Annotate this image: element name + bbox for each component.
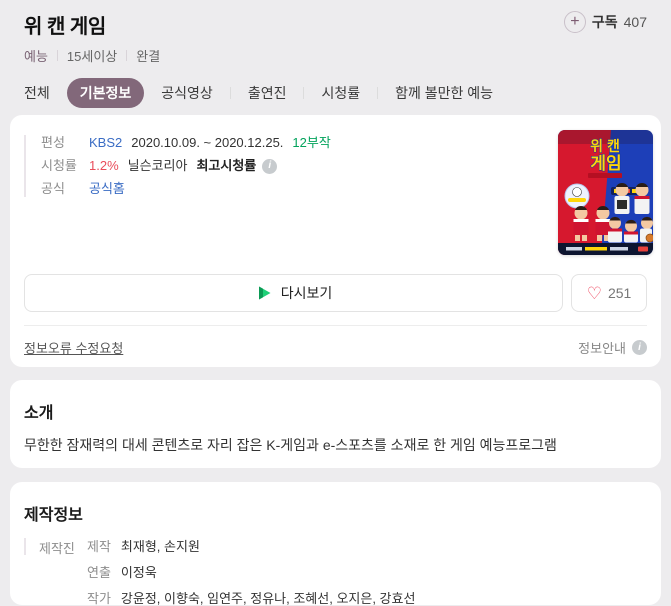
subscribe-button[interactable]: + 구독 407 [563, 11, 647, 33]
producer-label: 제작 [87, 539, 111, 554]
table-row: 작가 강윤정, 이향숙, 임연주, 정유나, 조혜선, 오지은, 강효선 [87, 590, 415, 606]
tab-all[interactable]: 전체 [24, 83, 50, 103]
divider [56, 50, 58, 61]
divider [24, 325, 647, 326]
tab-ratings[interactable]: 시청률 [321, 83, 360, 103]
tag-age-rating: 15세이상 [66, 49, 118, 64]
poster-title-top: 위 캔 [590, 138, 620, 154]
like-button[interactable]: ♡ 251 [571, 274, 647, 312]
card-footer-links: 정보오류 수정요청 정보안내 i [24, 338, 647, 357]
table-row: 연출 이정욱 [87, 564, 415, 581]
official-row: 공식 공식홈 [41, 181, 524, 197]
tab-recommended[interactable]: 함께 볼만한 예능 [395, 83, 493, 103]
intro-card: 소개 무한한 잠재력의 대세 콘텐츠로 자리 잡은 K-게임과 e-스포츠를 소… [10, 380, 661, 468]
writer-label: 작가 [87, 591, 111, 606]
page-title: 위 캔 게임 [24, 16, 106, 38]
table-row: 제작 최재형, 손지원 [87, 538, 415, 555]
tab-official-videos[interactable]: 공식영상 [161, 83, 213, 103]
production-card: 제작정보 제작진 제작 최재형, 손지원 연출 이정욱 작가 강윤정, 이향숙,… [10, 482, 661, 606]
episode-count: 12부작 [292, 135, 331, 150]
header: 위 캔 게임 + 구독 407 예능 15세이상 완결 전체 기본정보 공식영상… [0, 0, 671, 108]
producer-names: 최재형, 손지원 [120, 539, 200, 554]
writer-names: 강윤정, 이향숙, 임연주, 정유나, 조혜선, 오지은, 강효선 [120, 591, 416, 606]
info-guide[interactable]: 정보안내 i [578, 338, 647, 357]
tag-status: 완결 [136, 49, 161, 64]
replay-label: 다시보기 [280, 285, 333, 301]
subscribe-label: 구독 [591, 14, 618, 30]
actions-row: 다시보기 ♡ 251 [24, 274, 647, 312]
rating-value: 1.2% [89, 158, 119, 173]
production-group-label: 제작진 [24, 538, 87, 556]
official-home-link[interactable]: 공식홈 [89, 181, 125, 197]
divider [377, 87, 379, 99]
info-icon[interactable]: i [262, 158, 278, 174]
rating-label: 시청률 [41, 158, 77, 173]
tab-basic-info[interactable]: 기본정보 [66, 78, 145, 108]
schedule-label: 편성 [41, 135, 65, 150]
schedule-row: 편성 KBS2 2020.10.09. ~ 2020.12.25. 12부작 [41, 135, 524, 151]
heart-icon: ♡ [586, 283, 602, 303]
poster-art: 위 캔 게임 [558, 130, 653, 255]
tab-cast[interactable]: 출연진 [248, 83, 287, 103]
official-label: 공식 [41, 181, 65, 196]
program-info-page: 위 캔 게임 + 구독 407 예능 15세이상 완결 전체 기본정보 공식영상… [0, 0, 671, 606]
meta-tags: 예능 15세이상 완결 [24, 46, 647, 65]
info-icon: i [632, 340, 647, 355]
play-icon [258, 286, 271, 300]
replay-button[interactable]: 다시보기 [24, 274, 563, 312]
rating-agency: 닐슨코리아 [127, 158, 188, 173]
subscribe-count: 407 [623, 14, 647, 30]
director-label: 연출 [87, 565, 111, 580]
channel-link[interactable]: KBS2 [89, 135, 122, 151]
production-table: 제작진 제작 최재형, 손지원 연출 이정욱 작가 강윤정, 이향숙, 임연주,… [24, 538, 647, 606]
info-guide-label: 정보안내 [578, 341, 626, 356]
rating-note: 최고시청률 [196, 158, 257, 173]
poster-image[interactable]: 위 캔 게임 [558, 130, 653, 255]
divider [126, 50, 128, 61]
broadcast-period: 2020.10.09. ~ 2020.12.25. [131, 135, 284, 150]
report-error-link[interactable]: 정보오류 수정요청 [24, 338, 123, 357]
tab-bar: 전체 기본정보 공식영상 출연진 시청률 함께 볼만한 예능 [24, 78, 647, 108]
poster-title-bottom: 게임 [590, 153, 621, 173]
rating-row: 시청률 1.2% 닐슨코리아 최고시청률 i [41, 158, 524, 174]
like-count: 251 [607, 285, 632, 301]
tag-genre[interactable]: 예능 [24, 46, 48, 65]
intro-title: 소개 [24, 405, 54, 422]
divider [303, 87, 305, 99]
director-names: 이정욱 [120, 565, 157, 580]
production-title: 제작정보 [24, 507, 83, 524]
basic-info-card: 편성 KBS2 2020.10.09. ~ 2020.12.25. 12부작 시… [10, 115, 661, 367]
plus-icon: + [563, 11, 586, 33]
divider [229, 87, 231, 99]
info-table: 편성 KBS2 2020.10.09. ~ 2020.12.25. 12부작 시… [24, 135, 524, 197]
intro-body: 무한한 잠재력의 대세 콘텐츠로 자리 잡은 K-게임과 e-스포츠를 소재로 … [24, 437, 557, 453]
